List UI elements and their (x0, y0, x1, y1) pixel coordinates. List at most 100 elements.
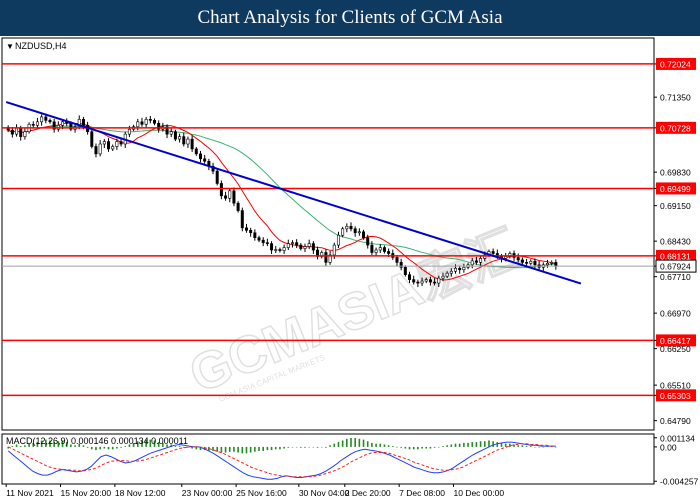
candle-body (295, 242, 299, 246)
macd-histogram-bar (496, 442, 499, 447)
macd-histogram-bar (538, 446, 540, 448)
candle-body (324, 252, 328, 263)
candle-body (190, 138, 194, 150)
candle-body (203, 158, 207, 162)
macd-histogram-bar (99, 446, 101, 450)
macd-histogram-bar (404, 446, 407, 449)
candle-body (387, 251, 391, 254)
macd-histogram-bar (228, 446, 231, 452)
macd-histogram-bar (116, 446, 118, 449)
candle-body (454, 267, 458, 272)
macd-histogram-bar (11, 446, 14, 447)
macd-histogram-bar (178, 446, 181, 447)
macd-histogram-bar (279, 446, 281, 450)
macd-histogram-bar (366, 441, 369, 447)
time-tick-label: 10 Dec 00:00 (454, 488, 505, 498)
candle-body (119, 141, 123, 145)
candle-body (94, 146, 98, 155)
price-panel-arrow-icon: ▼ (6, 42, 14, 51)
candle-body (10, 129, 14, 135)
candle-body (299, 244, 303, 249)
macd-histogram-bar (346, 438, 348, 447)
candle-body (479, 258, 483, 263)
macd-histogram-bar (304, 446, 306, 448)
macd-histogram-bar (458, 443, 461, 447)
symbol-label: NZDUSD,H4 (15, 41, 67, 51)
macd-histogram-bar (237, 446, 239, 453)
candle-body (437, 277, 441, 284)
candle-body (107, 141, 111, 150)
macd-histogram-bar (212, 446, 214, 451)
candle-body (550, 262, 554, 264)
macd-histogram-bar (295, 446, 298, 448)
macd-histogram-bar (375, 443, 377, 447)
macd-histogram-bar (233, 446, 235, 452)
macd-histogram-bar (291, 446, 294, 448)
banner-title: Chart Analysis for Clients of GCM Asia (197, 7, 503, 28)
macd-histogram-bar (103, 446, 106, 449)
macd-histogram-bar (417, 446, 419, 450)
candle-body (282, 247, 286, 251)
macd-histogram-bar (442, 446, 444, 447)
candle-body (445, 272, 449, 277)
macd-histogram-bar (124, 446, 127, 447)
price-tick-label: 0.67924 (660, 262, 691, 272)
macd-histogram-bar (316, 446, 319, 448)
macd-histogram-bar (387, 445, 390, 447)
price-tick-label: 0.66250 (660, 344, 691, 354)
price-tick-label: 0.69499 (660, 184, 691, 194)
macd-histogram-bar (509, 443, 511, 447)
macd-histogram-bar (254, 446, 256, 452)
candle-body (529, 261, 533, 264)
time-tick-label: 11 Nov 2021 (6, 488, 54, 498)
candle-body (403, 266, 407, 275)
candle-body (240, 210, 244, 229)
macd-histogram-bar (521, 445, 524, 447)
macd-histogram-bar (220, 446, 223, 453)
price-tick-label: 0.64790 (660, 416, 691, 426)
candle-body (261, 239, 265, 243)
macd-histogram-bar (429, 446, 432, 449)
candle-body (236, 202, 240, 211)
macd-histogram-bar (362, 439, 365, 447)
macd-histogram-bar (408, 446, 411, 450)
candle-body (144, 119, 148, 125)
time-tick-label: 23 Nov 00:00 (182, 488, 233, 498)
price-tick-label: 0.66970 (660, 309, 691, 319)
macd-histogram-bar (371, 442, 373, 447)
macd-histogram-bar (483, 441, 486, 447)
macd-histogram-bar (504, 443, 507, 447)
price-tick-label: 0.65510 (660, 381, 691, 391)
macd-histogram-bar (517, 445, 520, 447)
candle-body (378, 247, 382, 251)
macd-histogram-bar (283, 446, 285, 449)
time-tick-label: 7 Dec 08:00 (399, 488, 445, 498)
time-tick-label: 2 Dec 20:00 (345, 488, 391, 498)
candle-body (136, 121, 140, 128)
macd-histogram-bar (249, 446, 252, 453)
macd-label: MACD(12,26,9) 0.000146 0.000134 0.000011 (6, 436, 188, 446)
candle-body (244, 227, 248, 231)
price-tick-label: 0.68430 (660, 237, 691, 247)
candle-body (474, 260, 478, 263)
macd-histogram-bar (400, 446, 402, 448)
candle-body (232, 190, 236, 204)
candle-body (290, 242, 294, 244)
candle-body (257, 237, 261, 241)
candle-body (48, 120, 52, 123)
macd-histogram-bar (479, 441, 482, 447)
candle-body (370, 244, 374, 253)
macd-histogram-bar (454, 443, 457, 447)
macd-histogram-bar (437, 446, 440, 448)
candle-body (81, 119, 85, 126)
macd-histogram-bar (258, 446, 260, 451)
candle-body (219, 183, 223, 197)
candle-body (311, 243, 315, 251)
macd-histogram-bar (475, 442, 478, 447)
candle-body (115, 141, 119, 147)
chart-banner: Chart Analysis for Clients of GCM Asia (0, 0, 700, 36)
macd-histogram-bar (471, 442, 474, 447)
candle-body (90, 131, 94, 147)
candle-body (178, 136, 182, 140)
macd-histogram-bar (396, 446, 398, 448)
